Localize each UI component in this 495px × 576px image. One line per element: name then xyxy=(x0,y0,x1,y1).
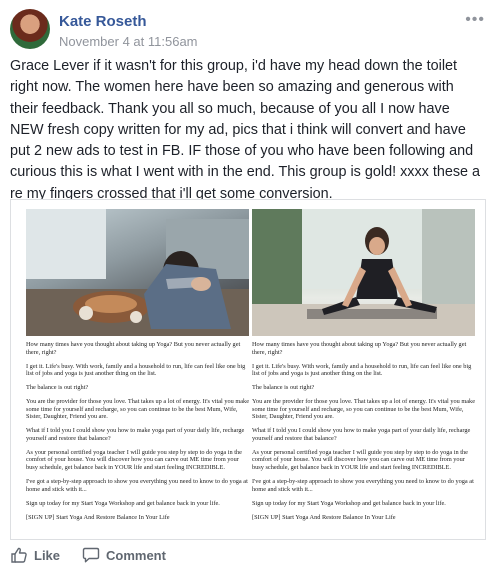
ad-variant-left: How many times have you thought about ta… xyxy=(26,209,249,528)
ad-photo-yoga-woman xyxy=(252,209,475,336)
yoga-scene-illustration xyxy=(252,209,475,336)
ad-copy-right: How many times have you thought about ta… xyxy=(252,336,475,521)
ad-paragraph: I've got a step-by-step approach to show… xyxy=(252,478,474,493)
author-name[interactable]: Kate Roseth xyxy=(59,13,147,30)
ad-photo-stressed-woman xyxy=(26,209,249,336)
post-header: Kate Roseth November 4 at 11:56am ••• xyxy=(10,9,485,51)
thumbs-up-icon xyxy=(11,547,27,563)
ad-paragraph: As your personal certified yoga teacher … xyxy=(252,448,468,472)
ad-paragraph: I get it. Life's busy. With work, family… xyxy=(252,362,472,378)
ad-paragraph: [SIGN UP] Start Yoga And Restore Balance… xyxy=(26,513,170,521)
ad-paragraph: You are the provider for those you love.… xyxy=(252,398,475,421)
ad-paragraph: Sign up today for my Start Yoga Workshop… xyxy=(26,499,220,507)
post-attachment-image[interactable]: How many times have you thought about ta… xyxy=(10,199,486,540)
ad-paragraph: What if I told you I could show you how … xyxy=(252,427,471,442)
ad-paragraph: The balance is out right? xyxy=(252,384,315,392)
ad-paragraph: How many times have you thought about ta… xyxy=(252,341,467,356)
comment-bubble-icon xyxy=(82,547,100,563)
more-options-icon[interactable]: ••• xyxy=(465,11,485,29)
ad-paragraph: As your personal certified yoga teacher … xyxy=(26,448,242,472)
post-timestamp[interactable]: November 4 at 11:56am xyxy=(59,34,198,49)
ad-paragraph: What if I told you I could show you how … xyxy=(26,427,245,442)
comment-button[interactable]: Comment xyxy=(82,546,166,564)
ad-paragraph: The balance is out right? xyxy=(26,384,89,392)
ad-paragraph: How many times have you thought about ta… xyxy=(26,341,241,356)
ad-paragraph: [SIGN UP] Start Yoga And Restore Balance… xyxy=(252,513,396,521)
ad-paragraph: I've got a step-by-step approach to show… xyxy=(26,478,248,493)
ad-paragraph: I get it. Life's busy. With work, family… xyxy=(26,362,246,378)
avatar[interactable] xyxy=(10,9,50,49)
comment-label: Comment xyxy=(106,547,166,563)
ad-paragraph: You are the provider for those you love.… xyxy=(26,398,249,421)
ad-paragraph: Sign up today for my Start Yoga Workshop… xyxy=(252,499,446,507)
ad-copy-left: How many times have you thought about ta… xyxy=(26,336,249,521)
ad-variant-right: How many times have you thought about ta… xyxy=(252,209,475,528)
like-label: Like xyxy=(34,547,61,563)
like-button[interactable]: Like xyxy=(10,546,60,564)
post-text: Grace Lever if it wasn't for this group,… xyxy=(10,58,481,202)
kitchen-scene-illustration xyxy=(26,209,249,336)
